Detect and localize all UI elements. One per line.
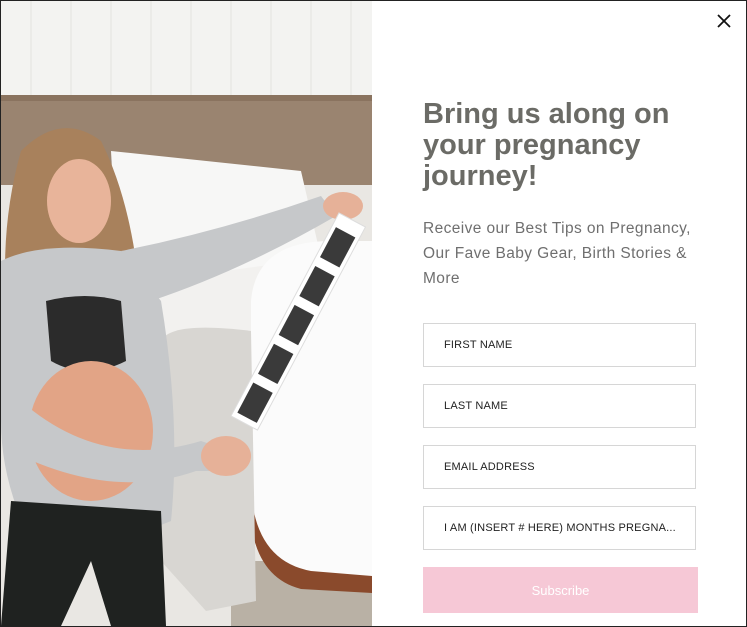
popup-subtext: Receive our Best Tips on Pregnancy, Our … — [423, 220, 691, 287]
last-name-field-wrapper — [423, 384, 696, 428]
months-pregnant-field[interactable] — [424, 507, 695, 549]
first-name-field-wrapper — [423, 323, 696, 367]
last-name-field[interactable] — [424, 385, 695, 427]
close-icon — [717, 14, 731, 28]
signup-popup: Bring us along on your pregnancy journey… — [0, 0, 747, 627]
email-field-wrapper — [423, 445, 696, 489]
email-field[interactable] — [424, 446, 695, 488]
pregnancy-photo — [1, 1, 372, 626]
popup-content: Bring us along on your pregnancy journey… — [423, 99, 699, 291]
first-name-field[interactable] — [424, 324, 695, 366]
photo-illustration — [1, 1, 372, 626]
popup-headline: Bring us along on your pregnancy journey… — [423, 98, 670, 192]
subscribe-button[interactable]: Subscribe — [423, 567, 698, 613]
close-button[interactable] — [714, 11, 734, 31]
months-pregnant-field-wrapper — [423, 506, 696, 550]
